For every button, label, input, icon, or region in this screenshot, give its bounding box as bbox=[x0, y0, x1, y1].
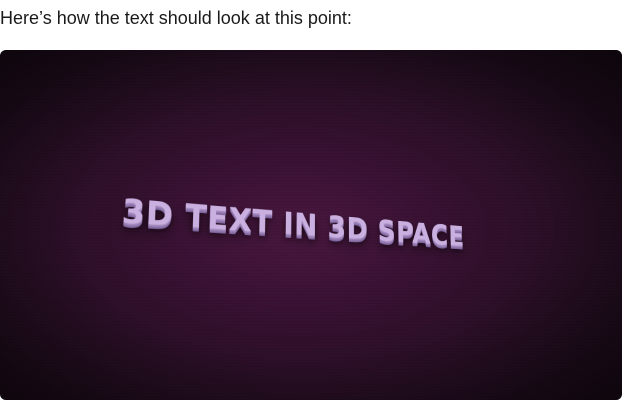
3d-text-label: 3D TEXT IN 3D SPACE bbox=[120, 192, 465, 254]
perspective-stage: 3D TEXT IN 3D SPACE bbox=[0, 50, 622, 400]
3d-scene-preview: 3D TEXT IN 3D SPACE bbox=[0, 50, 622, 400]
instruction-caption: Here’s how the text should look at this … bbox=[0, 8, 352, 28]
